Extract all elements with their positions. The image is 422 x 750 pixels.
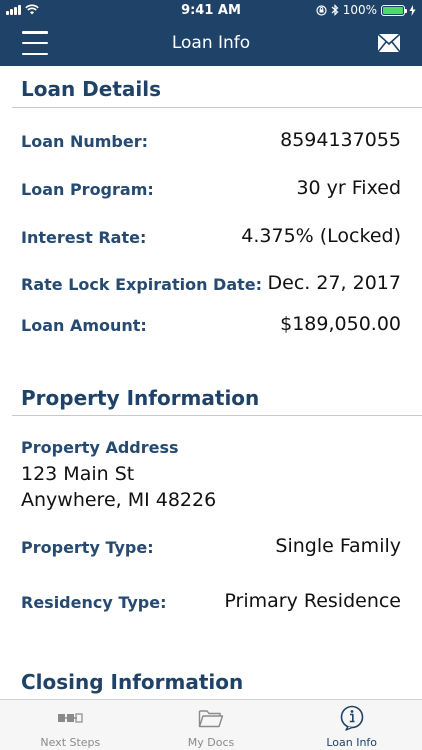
battery-icon — [381, 4, 407, 16]
property-address-line1: 123 Main St — [21, 463, 135, 485]
tab-label: Loan Info — [326, 736, 378, 749]
tab-next-steps[interactable]: Next Steps — [0, 700, 141, 750]
tab-label: Next Steps — [40, 736, 101, 749]
interest-rate-label: Interest Rate: — [21, 228, 147, 247]
property-address-line2: Anywhere, MI 48226 — [21, 489, 217, 511]
rate-lock-expiration-value: Dec. 27, 2017 — [267, 272, 401, 294]
rate-lock-expiration-label: Rate Lock Expiration Date: — [21, 275, 263, 294]
loan-info-content[interactable]: Loan Details Loan Number: 8594137055 Loa… — [0, 66, 422, 699]
tab-bar: Next Steps My Docs Loan Info — [0, 699, 422, 750]
battery-percent: 100% — [342, 3, 377, 17]
loan-program-value: 30 yr Fixed — [296, 177, 401, 199]
page-title: Loan Info — [171, 33, 251, 53]
folder-icon — [198, 710, 224, 728]
bluetooth-icon — [331, 4, 339, 16]
residency-type-label: Residency Type: — [21, 593, 167, 612]
closing-information-title: Closing Information — [21, 670, 244, 694]
mail-button[interactable] — [377, 33, 401, 53]
steps-icon — [58, 713, 83, 723]
orientation-lock-icon — [316, 4, 327, 16]
status-bar: 9:41 AM 100% — [0, 0, 422, 22]
property-address-label: Property Address — [21, 438, 179, 457]
battery-fill — [383, 6, 403, 14]
mail-icon — [377, 33, 401, 53]
status-right: 100% — [316, 3, 416, 17]
tab-loan-info[interactable]: Loan Info — [281, 700, 422, 750]
loan-program-label: Loan Program: — [21, 180, 154, 199]
loan-amount-label: Loan Amount: — [21, 316, 147, 335]
section-divider — [12, 107, 422, 108]
loan-number-label: Loan Number: — [21, 132, 148, 151]
info-icon — [340, 705, 363, 731]
navigation-bar: Loan Info — [0, 22, 422, 66]
property-information-title: Property Information — [21, 386, 260, 410]
interest-rate-value: 4.375% (Locked) — [241, 225, 401, 247]
loan-number-value: 8594137055 — [280, 129, 401, 151]
charging-bolt-icon — [409, 4, 416, 16]
section-divider — [12, 415, 422, 416]
tab-label: My Docs — [187, 736, 235, 749]
property-type-value: Single Family — [275, 535, 401, 557]
loan-details-title: Loan Details — [21, 77, 162, 101]
property-type-label: Property Type: — [21, 538, 154, 557]
loan-amount-value: $189,050.00 — [280, 313, 401, 335]
tab-my-docs[interactable]: My Docs — [141, 700, 282, 750]
residency-type-value: Primary Residence — [224, 590, 401, 612]
